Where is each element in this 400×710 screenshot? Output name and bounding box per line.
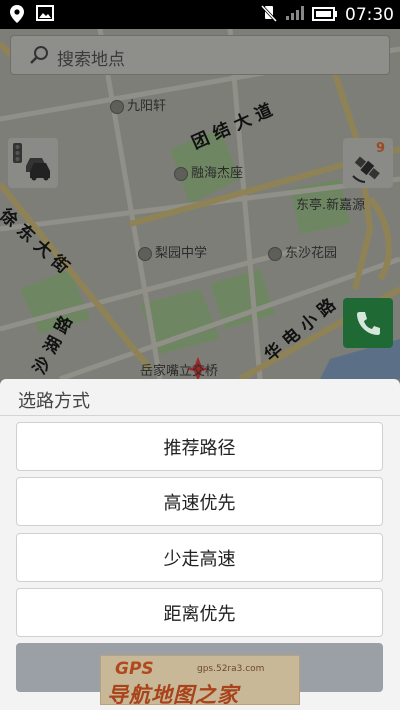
poi-label: 东亭.新嘉源 <box>296 198 366 213</box>
status-bar: 07:30 <box>0 0 400 29</box>
route-option-highway-first[interactable]: 高速优先 <box>16 477 383 526</box>
location-icon <box>10 5 24 27</box>
poi-label: 融海杰座 <box>174 162 243 181</box>
route-option-recommended[interactable]: 推荐路径 <box>16 422 383 471</box>
traffic-light-icon <box>8 143 58 192</box>
search-icon <box>29 45 49 69</box>
option-label: 距离优先 <box>163 603 236 625</box>
option-label: 高速优先 <box>163 492 236 514</box>
search-input[interactable]: 搜索地点 <box>10 35 390 75</box>
route-options-sheet: 选路方式 推荐路径 高速优先 少走高速 距离优先 GPS gps.52ra3.c… <box>0 379 400 710</box>
phone-button[interactable] <box>343 298 393 348</box>
poi-label: 东沙花园 <box>268 242 337 261</box>
mute-icon <box>260 4 278 26</box>
signal-icon <box>285 5 305 25</box>
watermark-url: gps.52ra3.com <box>197 664 265 674</box>
divider <box>0 415 400 416</box>
traffic-button[interactable] <box>8 138 58 188</box>
option-label: 推荐路径 <box>163 437 236 459</box>
satellite-count: 9 <box>375 141 385 156</box>
poi-label: 岳家嘴立交桥 <box>140 364 219 379</box>
search-placeholder: 搜索地点 <box>57 50 125 70</box>
route-option-avoid-highway[interactable]: 少走高速 <box>16 533 383 582</box>
sheet-title: 选路方式 <box>18 391 90 412</box>
route-option-shortest[interactable]: 距离优先 <box>16 588 383 637</box>
battery-icon <box>312 6 338 25</box>
poi-label: 九阳轩 <box>110 95 166 114</box>
gps-status-button[interactable]: 9 <box>343 138 393 188</box>
watermark-name: 导航地图之家 <box>107 683 239 707</box>
phone-icon <box>343 312 393 352</box>
satellite-icon <box>343 156 393 192</box>
poi-label: 梨园中学 <box>138 242 207 261</box>
option-label: 少走高速 <box>163 548 236 570</box>
image-icon <box>36 5 54 27</box>
watermark-brand: GPS <box>115 659 154 679</box>
watermark-logo: GPS gps.52ra3.com 导航地图之家 <box>100 655 300 707</box>
map-view[interactable]: 九阳轩 融海杰座 梨园中学 东沙花园 东亭.新嘉源 岳家嘴立交桥 团结大道 徐东… <box>0 29 400 379</box>
status-time: 07:30 <box>345 5 394 25</box>
